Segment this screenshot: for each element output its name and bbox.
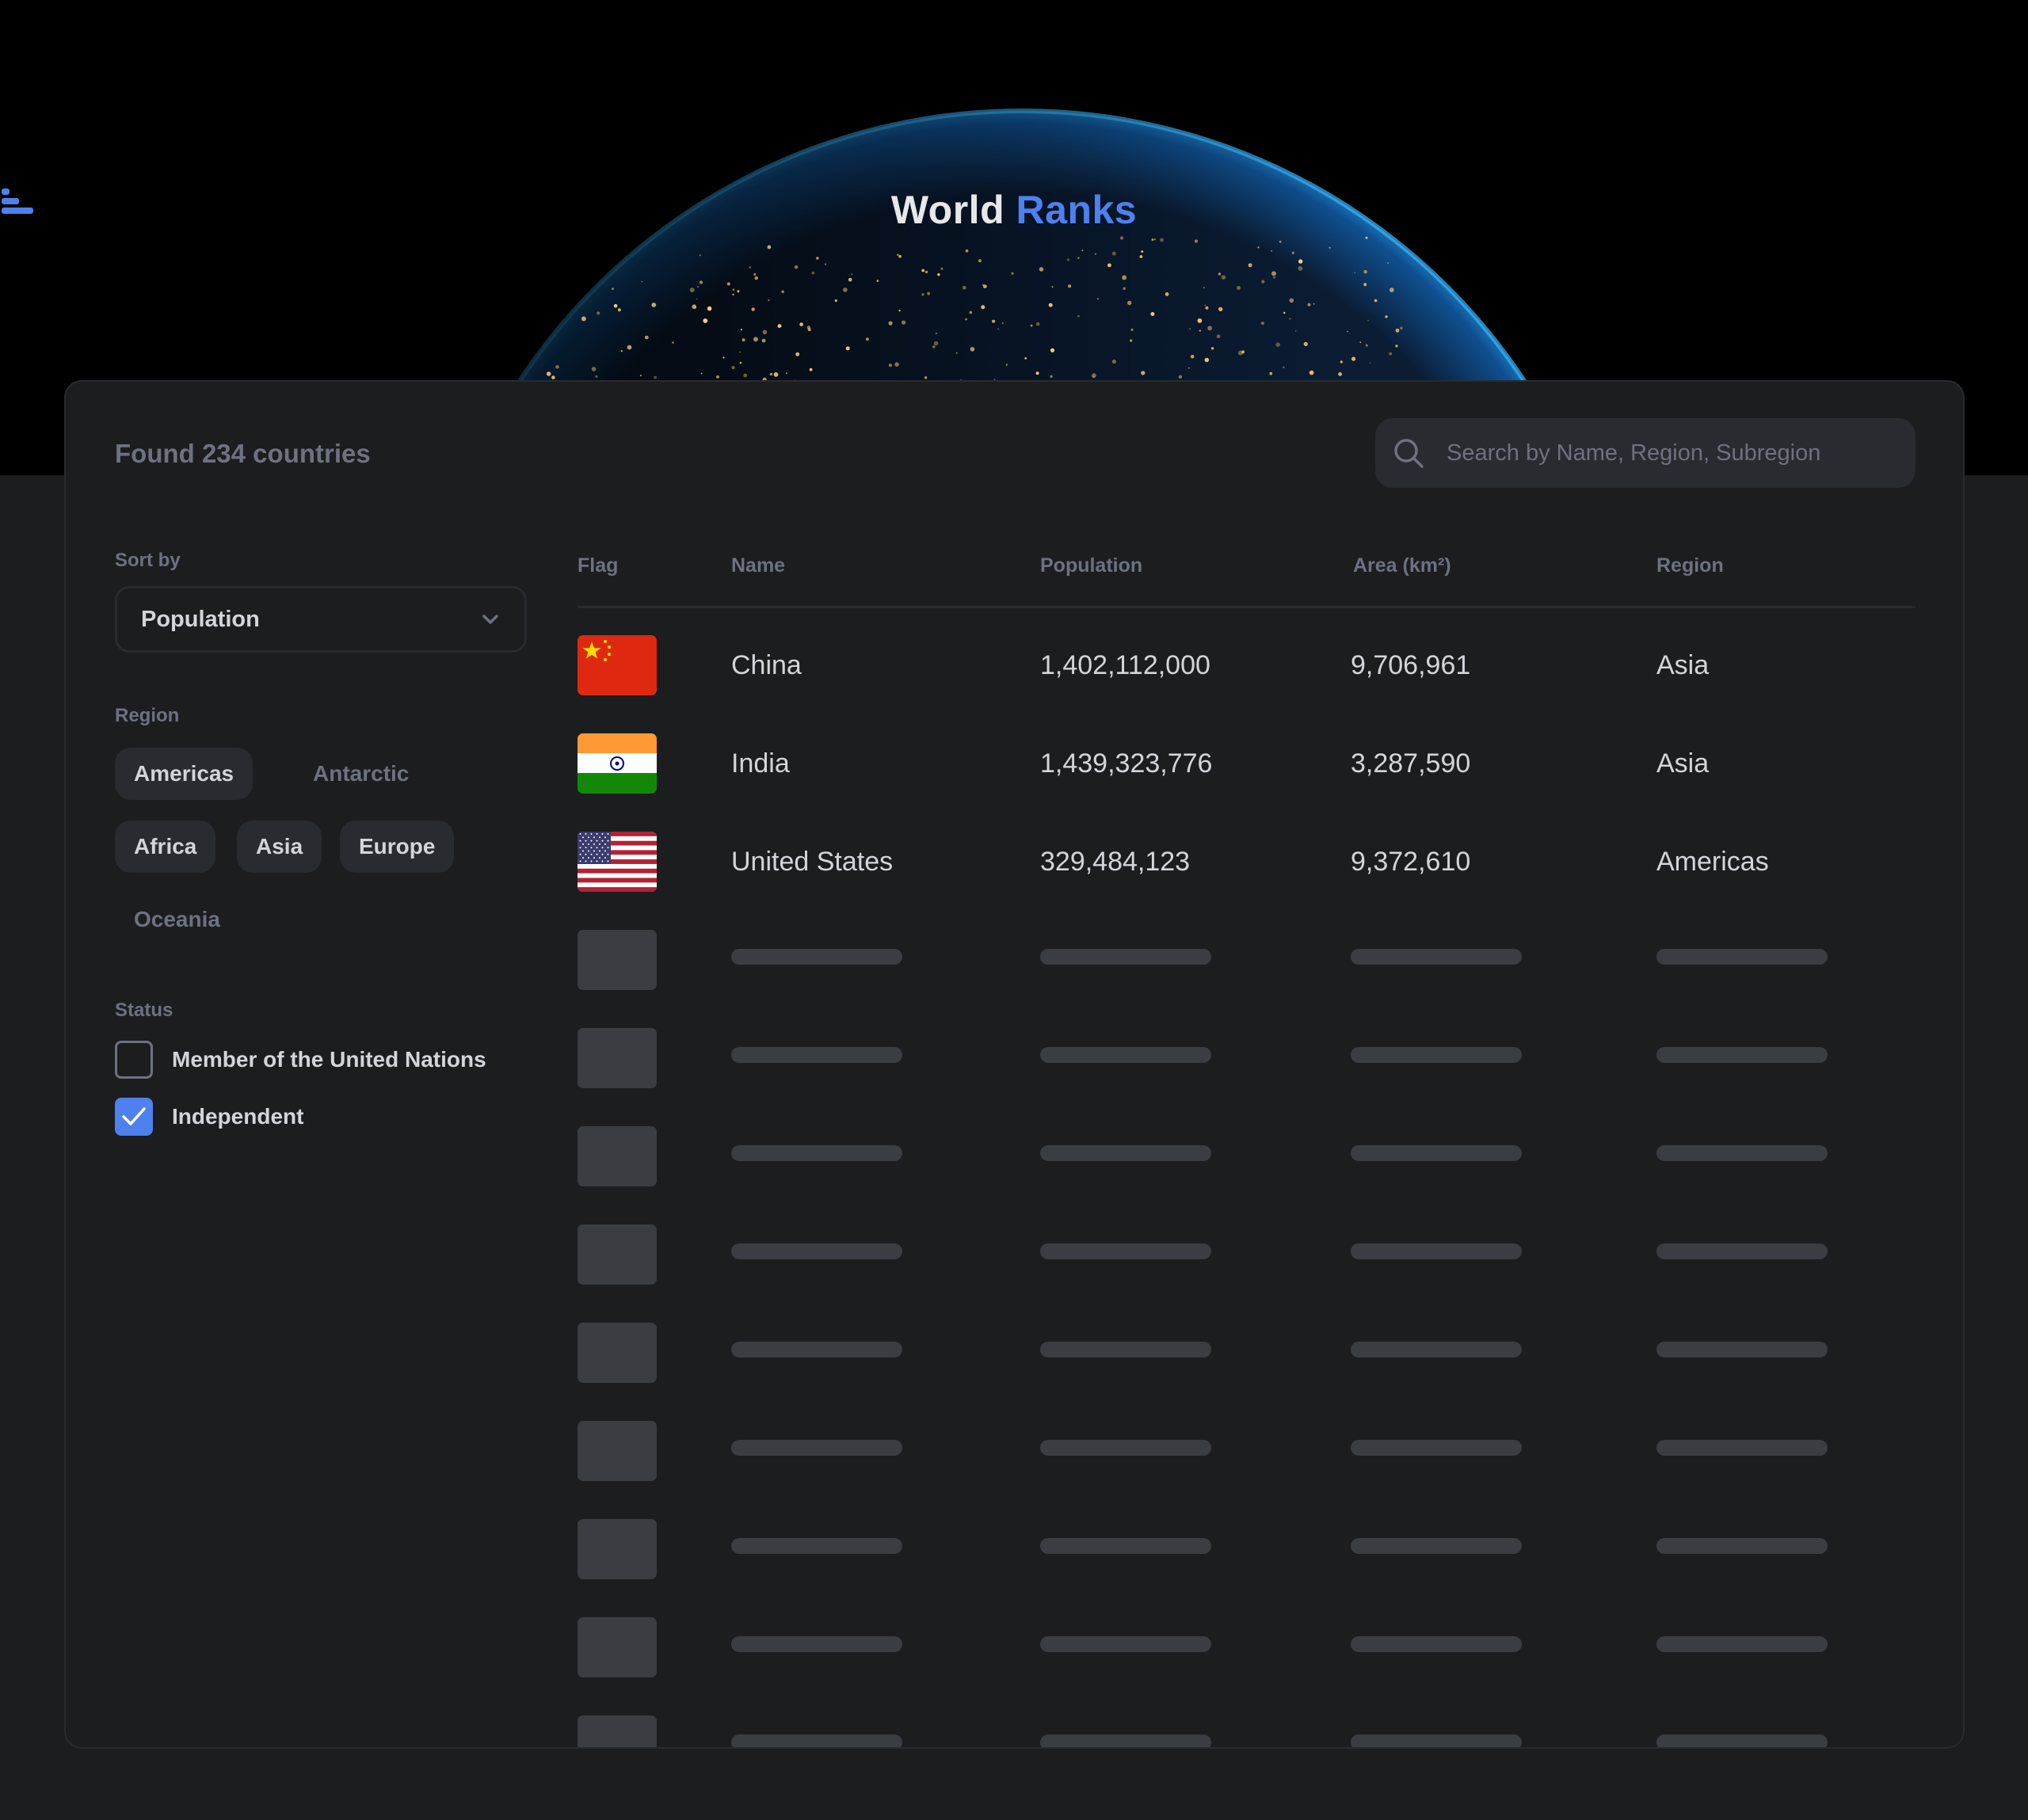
skeleton-bar: [1656, 1440, 1828, 1456]
skeleton-bar: [731, 1734, 902, 1747]
table-row[interactable]: India 1,439,323,776 3,287,590 Asia: [66, 733, 1963, 794]
skeleton-bar: [1351, 1342, 1522, 1357]
skeleton-bar: [1040, 1440, 1211, 1456]
logo-word-ranks: Ranks: [1016, 188, 1138, 232]
skeleton-bar: [731, 1538, 902, 1554]
bars-icon: [2, 188, 33, 214]
skeleton-bar: [1040, 1145, 1211, 1161]
skeleton-bar: [731, 1047, 902, 1063]
region-label: Region: [115, 705, 180, 726]
skeleton-bar: [1040, 1342, 1211, 1357]
skeleton-flag: [578, 1126, 657, 1186]
skeleton-flag: [578, 1028, 657, 1088]
skeleton-bar: [1040, 1243, 1211, 1259]
skeleton-row: [66, 1224, 1963, 1285]
col-header-name[interactable]: Name: [731, 554, 785, 577]
skeleton-bar: [731, 1342, 902, 1357]
skeleton-bar: [1040, 1734, 1211, 1747]
skeleton-row: [66, 1126, 1963, 1186]
skeleton-bar: [1351, 1734, 1522, 1747]
skeleton-flag: [578, 1224, 657, 1285]
country-region: Americas: [1656, 846, 1769, 877]
skeleton-row: [66, 1519, 1963, 1579]
skeleton-flag: [578, 1715, 657, 1747]
table-row[interactable]: China 1,402,112,000 9,706,961 Asia: [66, 635, 1963, 695]
skeleton-bar: [1656, 1145, 1828, 1161]
skeleton-bar: [1656, 1538, 1828, 1554]
country-name: India: [731, 748, 790, 779]
skeleton-bar: [731, 1145, 902, 1161]
skeleton-bar: [1656, 949, 1828, 965]
skeleton-bar: [731, 949, 902, 965]
skeleton-bar: [1040, 1636, 1211, 1652]
skeleton-bar: [1351, 1243, 1522, 1259]
skeleton-bar: [731, 1636, 902, 1652]
country-population: 1,402,112,000: [1040, 649, 1210, 680]
table-row[interactable]: United States 329,484,123 9,372,610 Amer…: [66, 832, 1963, 892]
skeleton-row: [66, 1323, 1963, 1383]
skeleton-bar: [731, 1440, 902, 1456]
chevron-down-icon: [482, 615, 498, 624]
country-region: Asia: [1656, 649, 1710, 680]
country-area: 3,287,590: [1351, 748, 1471, 779]
sort-value: Population: [141, 606, 260, 632]
skeleton-row: [66, 1028, 1963, 1088]
india-flag-icon: [578, 733, 657, 794]
skeleton-flag: [578, 1421, 657, 1481]
col-header-flag[interactable]: Flag: [578, 554, 618, 577]
skeleton-bar: [1351, 1440, 1522, 1456]
skeleton-row: [66, 1421, 1963, 1481]
skeleton-row: [66, 1617, 1963, 1677]
china-flag-icon: [578, 635, 657, 695]
skeleton-bar: [1656, 1342, 1828, 1357]
col-header-region[interactable]: Region: [1656, 554, 1724, 577]
search-input[interactable]: [1447, 440, 1890, 466]
search-box[interactable]: [1375, 418, 1916, 488]
skeleton-bar: [1656, 1734, 1828, 1747]
country-name: United States: [731, 846, 894, 877]
skeleton-bar: [1351, 949, 1522, 965]
skeleton-bar: [1351, 1538, 1522, 1554]
country-area: 9,706,961: [1351, 649, 1471, 680]
skeleton-flag: [578, 1323, 657, 1383]
logo-word-world: World: [890, 188, 1005, 232]
skeleton-flag: [578, 930, 657, 990]
skeleton-bar: [1656, 1243, 1828, 1259]
table-divider: [578, 606, 1916, 608]
app-logo[interactable]: World Ranks: [0, 187, 2028, 233]
country-population: 329,484,123: [1040, 846, 1191, 877]
usa-flag-icon: [578, 832, 657, 892]
skeleton-bar: [1040, 1047, 1211, 1063]
skeleton-bar: [1656, 1636, 1828, 1652]
status-label: Status: [115, 999, 173, 1021]
skeleton-bar: [1351, 1636, 1522, 1652]
skeleton-bar: [1351, 1145, 1522, 1161]
skeleton-row: [66, 930, 1963, 990]
results-count: Found 234 countries: [115, 439, 371, 468]
country-name: China: [731, 649, 802, 680]
skeleton-bar: [1351, 1047, 1522, 1063]
country-population: 1,439,323,776: [1040, 748, 1213, 779]
checkmark-icon: [122, 1107, 146, 1125]
country-region: Asia: [1656, 748, 1710, 779]
col-header-population[interactable]: Population: [1040, 554, 1142, 577]
skeleton-bar: [1040, 949, 1211, 965]
sort-label: Sort by: [115, 550, 181, 571]
search-icon: [1394, 439, 1424, 468]
skeleton-flag: [578, 1519, 657, 1579]
skeleton-row: [66, 1715, 1963, 1747]
skeleton-bar: [1656, 1047, 1828, 1063]
skeleton-bar: [1040, 1538, 1211, 1554]
skeleton-bar: [731, 1243, 902, 1259]
skeleton-flag: [578, 1617, 657, 1677]
country-area: 9,372,610: [1351, 846, 1471, 877]
col-header-area[interactable]: Area (km²): [1353, 554, 1451, 577]
main-panel: Found 234 countries Sort by Population R…: [64, 380, 1965, 1749]
